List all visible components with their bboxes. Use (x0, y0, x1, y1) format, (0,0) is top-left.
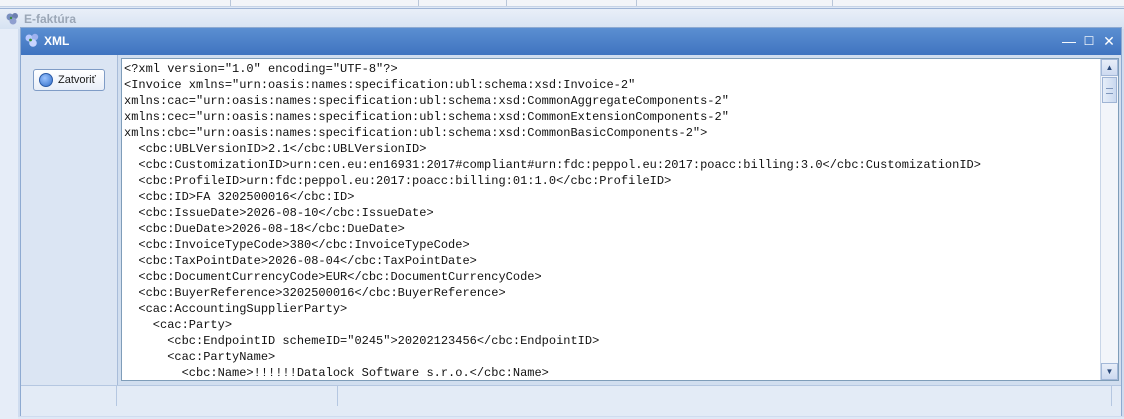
status-cell (338, 386, 1112, 406)
dialog-titlebar[interactable]: XML — ☐ ✕ (21, 28, 1121, 55)
xml-line: <cbc:Name>!!!!!!Datalock Software s.r.o.… (124, 366, 549, 380)
background-left-panel (0, 29, 18, 419)
xml-dialog: XML — ☐ ✕ Zatvoriť <?xml version="1.0" e… (20, 27, 1122, 416)
xml-line: <cbc:BuyerReference>3202500016</cbc:Buye… (124, 286, 506, 300)
check-circle-icon (39, 73, 53, 87)
xml-line: <cbc:ID>FA 3202500016</cbc:ID> (124, 190, 355, 204)
xml-line: xmlns:cec="urn:oasis:names:specification… (124, 110, 729, 124)
xml-line: <cbc:CustomizationID>urn:cen.eu:en16931:… (124, 158, 981, 172)
toolbar-separator (636, 0, 637, 6)
xml-line: <?xml version="1.0" encoding="UTF-8"?> (124, 62, 398, 76)
xml-line: <cbc:IssueDate>2026-08-10</cbc:IssueDate… (124, 206, 434, 220)
close-button[interactable]: Zatvoriť (33, 69, 105, 91)
scroll-down-icon[interactable]: ▼ (1101, 363, 1118, 380)
xml-line: <cbc:TaxPointDate>2026-08-04</cbc:TaxPoi… (124, 254, 477, 268)
xml-line: <Invoice xmlns="urn:oasis:names:specific… (124, 78, 636, 92)
toolbar-separator (832, 0, 833, 6)
xml-line: <cac:PartyName> (124, 350, 276, 364)
dialog-left-panel: Zatvoriť (21, 55, 118, 405)
status-cell (117, 386, 338, 406)
xml-line: <cac:Party> (124, 318, 233, 332)
status-cell (21, 386, 117, 406)
minimize-icon[interactable]: — (1061, 33, 1077, 49)
xml-line: xmlns:cbc="urn:oasis:names:specification… (124, 126, 708, 140)
xml-line: <cbc:ProfileID>urn:fdc:peppol.eu:2017:po… (124, 174, 672, 188)
scrollbar-thumb[interactable] (1102, 77, 1117, 103)
xml-line: <cac:AccountingSupplierParty> (124, 302, 348, 316)
maximize-icon[interactable]: ☐ (1081, 33, 1097, 49)
toolbar-separator (418, 0, 419, 6)
dialog-title: XML (44, 34, 70, 48)
vertical-scrollbar[interactable]: ▲ ▼ (1100, 59, 1118, 380)
app-icon (25, 33, 39, 47)
toolbar-separator (230, 0, 231, 6)
close-button-label: Zatvoriť (58, 74, 96, 86)
xml-line: xmlns:cac="urn:oasis:names:specification… (124, 94, 729, 108)
scroll-up-icon[interactable]: ▲ (1101, 59, 1118, 76)
app-icon (6, 13, 18, 25)
xml-text-area[interactable]: <?xml version="1.0" encoding="UTF-8"?> <I… (121, 58, 1119, 381)
background-window-titlebar[interactable]: E-faktúra (0, 9, 1124, 29)
xml-line: <cbc:EndpointID schemeID="0245">20202123… (124, 334, 600, 348)
background-window-title: E-faktúra (24, 12, 77, 26)
xml-content: <?xml version="1.0" encoding="UTF-8"?> <I… (124, 61, 1102, 380)
xml-line: <cbc:InvoiceTypeCode>380</cbc:InvoiceTyp… (124, 238, 470, 252)
top-toolbar-strip (0, 0, 1124, 7)
toolbar-separator (506, 0, 507, 6)
xml-line: <cbc:DueDate>2026-08-18</cbc:DueDate> (124, 222, 405, 236)
xml-line: <cbc:UBLVersionID>2.1</cbc:UBLVersionID> (124, 142, 427, 156)
xml-line: <cbc:DocumentCurrencyCode>EUR</cbc:Docum… (124, 270, 542, 284)
dialog-status-bar (21, 385, 1121, 416)
close-icon[interactable]: ✕ (1101, 33, 1117, 49)
